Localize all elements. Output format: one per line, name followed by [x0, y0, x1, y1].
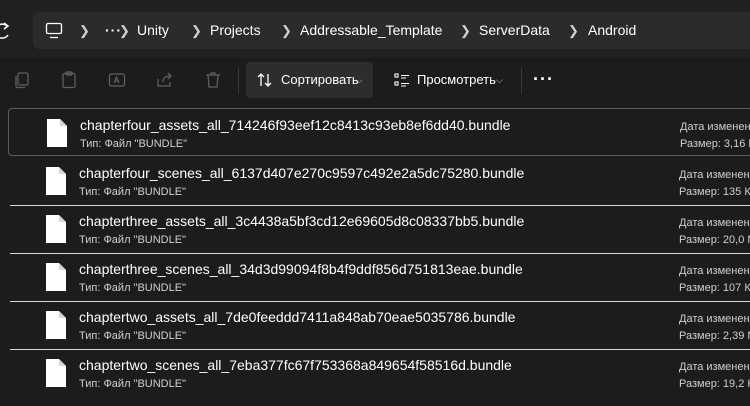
file-size: Размер: 2,39 МБ — [679, 330, 750, 342]
file-icon — [46, 311, 66, 339]
file-icon — [46, 215, 66, 243]
command-bar: Сортировать ⌵ Просмотреть ⌵ ··· — [0, 58, 750, 103]
file-type: Тип: Файл "BUNDLE" — [79, 330, 186, 342]
file-date-label: Дата изменения — [679, 169, 750, 181]
file-name: chapterfour_assets_all_714246f93eef12c84… — [80, 117, 511, 133]
file-size: Размер: 19,2 КБ — [679, 378, 750, 390]
breadcrumb-item-projects[interactable]: Projects — [210, 12, 261, 49]
computer-icon[interactable] — [45, 22, 63, 39]
address-bar-area: ❯ ··· ❯ Unity ❯ Projects ❯ Addressable_T… — [0, 0, 750, 58]
more-options-button[interactable]: ··· — [533, 62, 555, 98]
paste-icon[interactable] — [59, 70, 79, 90]
file-icon — [47, 119, 67, 147]
view-icon — [394, 73, 409, 87]
file-type: Тип: Файл "BUNDLE" — [79, 378, 186, 390]
share-icon[interactable] — [155, 70, 175, 90]
file-name: chapterfour_scenes_all_6137d407e270c9597… — [79, 165, 525, 181]
copy-icon[interactable] — [12, 70, 32, 90]
file-type: Тип: Файл "BUNDLE" — [79, 186, 186, 198]
chevron-right-icon[interactable]: ❯ — [460, 12, 471, 49]
toolbar-divider — [238, 68, 239, 94]
file-date-label: Дата изменения — [679, 313, 750, 325]
file-name: chaptertwo_assets_all_7de0feeddd7411a848… — [79, 309, 516, 325]
address-bar[interactable]: ❯ ··· ❯ Unity ❯ Projects ❯ Addressable_T… — [33, 12, 750, 49]
chevron-right-icon[interactable]: ❯ — [281, 12, 292, 49]
breadcrumb-item-addressable-template[interactable]: Addressable_Template — [300, 12, 442, 49]
chevron-right-icon[interactable]: ❯ — [568, 12, 579, 49]
file-size: Размер: 3,16 МБ — [680, 138, 750, 150]
file-name: chaptertwo_scenes_all_7eba377fc67f753368… — [79, 357, 512, 373]
chevron-down-icon: ⌵ — [356, 75, 363, 85]
list-item[interactable]: chaptertwo_assets_all_7de0feeddd7411a848… — [8, 301, 750, 349]
list-item[interactable]: chapterfour_scenes_all_6137d407e270c9597… — [8, 157, 750, 205]
file-size: Размер: 107 КБ — [679, 282, 750, 294]
file-type: Тип: Файл "BUNDLE" — [79, 234, 186, 246]
list-item[interactable]: chaptertwo_scenes_all_7eba377fc67f753368… — [8, 349, 750, 397]
file-date-label: Дата изменения — [680, 121, 750, 133]
file-icon — [46, 263, 66, 291]
file-type: Тип: Файл "BUNDLE" — [80, 138, 187, 150]
list-item[interactable]: chapterthree_scenes_all_34d3d99094f8b4f9… — [8, 253, 750, 301]
rename-icon[interactable] — [107, 70, 127, 90]
toolbar-divider — [521, 68, 522, 94]
breadcrumb-item-android[interactable]: Android — [588, 12, 636, 49]
sort-icon — [257, 73, 272, 87]
breadcrumb-item-unity[interactable]: Unity — [137, 12, 169, 49]
view-button[interactable]: Просмотреть ⌵ — [386, 62, 513, 98]
file-name: chapterthree_scenes_all_34d3d99094f8b4f9… — [79, 261, 523, 277]
file-date-label: Дата изменения — [679, 361, 750, 373]
file-type: Тип: Файл "BUNDLE" — [79, 282, 186, 294]
refresh-icon[interactable] — [0, 20, 14, 42]
delete-icon[interactable] — [203, 70, 223, 90]
file-date-label: Дата изменения — [679, 265, 750, 277]
file-icon — [46, 167, 66, 195]
list-item[interactable]: chapterfour_assets_all_714246f93eef12c84… — [8, 108, 750, 156]
file-icon — [46, 359, 66, 387]
breadcrumb-item-serverdata[interactable]: ServerData — [479, 12, 550, 49]
chevron-down-icon: ⌵ — [496, 75, 503, 85]
sort-button[interactable]: Сортировать ⌵ — [246, 62, 373, 98]
sort-label: Сортировать — [281, 72, 359, 87]
file-date-label: Дата изменения — [679, 217, 750, 229]
view-label: Просмотреть — [417, 72, 496, 87]
chevron-right-icon[interactable]: ❯ — [191, 12, 202, 49]
list-item[interactable]: chapterthree_assets_all_3c4438a5bf3cd12e… — [8, 205, 750, 253]
file-size: Размер: 20,0 МБ — [679, 234, 750, 246]
file-size: Размер: 135 КБ — [679, 186, 750, 198]
chevron-right-icon[interactable]: ❯ — [119, 12, 130, 49]
chevron-right-icon[interactable]: ❯ — [79, 12, 90, 49]
file-name: chapterthree_assets_all_3c4438a5bf3cd12e… — [79, 213, 525, 229]
